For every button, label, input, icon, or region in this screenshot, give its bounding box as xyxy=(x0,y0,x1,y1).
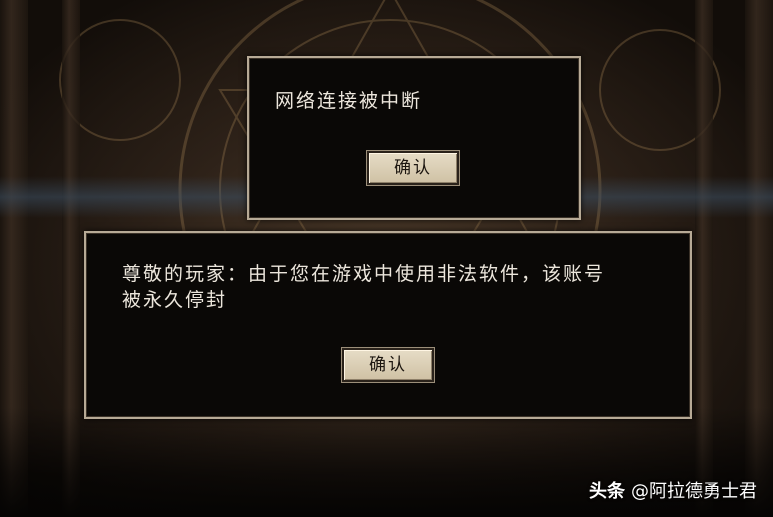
dialog-message-line1: 尊敬的玩家：由于您在游戏中使用非法软件，该账号 xyxy=(122,263,606,285)
dialog-message: 网络连接被中断 xyxy=(275,90,423,112)
dialog-message: 尊敬的玩家：由于您在游戏中使用非法软件，该账号 被永久停封 xyxy=(122,261,662,313)
account-banned-dialog: 尊敬的玩家：由于您在游戏中使用非法软件，该账号 被永久停封 确认 xyxy=(84,231,692,419)
confirm-button[interactable]: 确认 xyxy=(366,150,460,186)
watermark-account: @阿拉德勇士君 xyxy=(631,481,757,502)
dialog-message-line2: 被永久停封 xyxy=(122,289,228,311)
network-disconnected-dialog: 网络连接被中断 确认 xyxy=(247,56,581,220)
watermark: 头条 @阿拉德勇士君 xyxy=(589,477,757,503)
confirm-button[interactable]: 确认 xyxy=(341,347,435,383)
watermark-brand: 头条 xyxy=(589,481,625,502)
